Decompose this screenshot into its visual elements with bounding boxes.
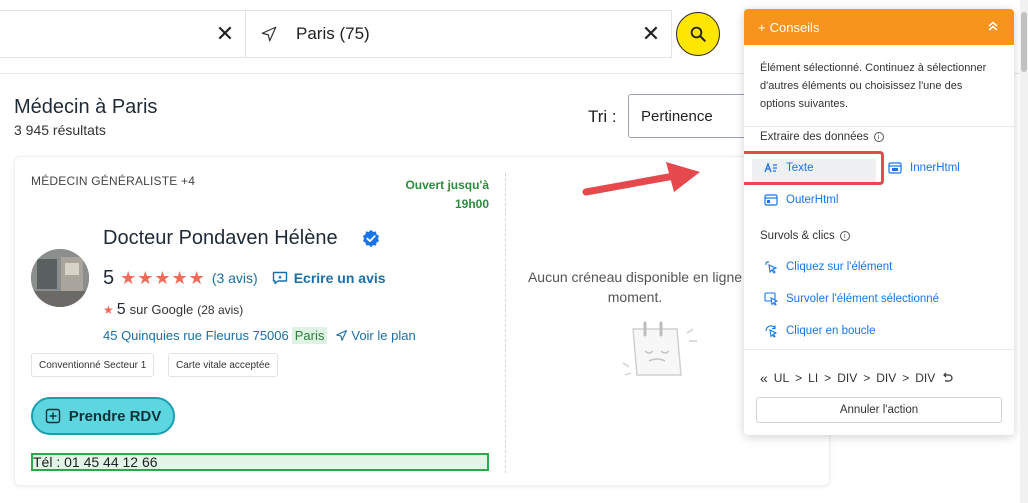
address-row: 45 Quinquies rue Fleurus 75006 Paris Voi…	[103, 327, 416, 344]
phone-number[interactable]: Tél : 01 45 44 12 66	[31, 453, 489, 471]
address-text: 45 Quinquies rue Fleurus 75006	[103, 328, 289, 343]
sort-label: Tri :	[588, 107, 617, 126]
card-divider	[505, 173, 506, 473]
collapse-chevrons-icon[interactable]	[986, 19, 1000, 33]
loop-click-icon	[765, 325, 778, 338]
annotation-arrow-icon	[582, 162, 700, 196]
info-icon[interactable]: i	[873, 132, 884, 142]
search-what-field[interactable]: ✕	[0, 10, 246, 58]
scrollbar-thumb[interactable]	[1021, 12, 1027, 72]
click-cursor-icon	[765, 261, 778, 274]
doctor-avatar	[31, 249, 89, 307]
no-slot-line2: moment.	[607, 289, 663, 305]
extract-outerhtml-label: OuterHtml	[786, 194, 839, 206]
tag-sector: Conventionné Secteur 1	[31, 353, 155, 377]
chevron-right-icon: >	[824, 371, 832, 385]
path-item[interactable]: LI	[808, 371, 818, 385]
result-count: 3 945 résultats	[14, 122, 106, 138]
panel-divider	[744, 349, 1014, 350]
rating-stars: ★★★★★	[120, 267, 206, 288]
page-scrollbar[interactable]	[1020, 0, 1028, 503]
specialty-label: MÉDECIN GÉNÉRALISTE +4	[31, 174, 196, 188]
location-arrow-icon	[336, 330, 348, 341]
google-review-count: (28 avis)	[197, 303, 244, 317]
no-slot-message: Aucun créneau disponible en ligne moment…	[515, 267, 755, 307]
google-star-icon: ★	[103, 303, 114, 317]
clear-location-icon[interactable]: ✕	[640, 23, 662, 45]
search-button[interactable]	[676, 12, 720, 56]
empty-calendar-illustration	[622, 321, 697, 376]
reviews-link[interactable]: (3 avis)	[212, 270, 258, 286]
plus-icon: +	[758, 19, 766, 35]
innerhtml-icon	[888, 162, 902, 174]
clear-search-icon[interactable]: ✕	[214, 23, 236, 45]
location-arrow-icon	[261, 26, 277, 42]
extract-section-title: Extraire des données i	[760, 131, 884, 143]
book-appointment-button[interactable]: Prendre RDV	[31, 397, 175, 435]
extract-section-label: Extraire des données	[760, 131, 869, 143]
write-review-label: Ecrire un avis	[293, 270, 386, 286]
doctor-name[interactable]: Docteur Pondaven Hélène	[103, 227, 338, 250]
outerhtml-icon	[764, 194, 778, 206]
extract-text-label: Texte	[786, 162, 814, 174]
click-element-action[interactable]: Cliquez sur l'élément	[764, 260, 892, 274]
loop-click-label: Cliquer en boucle	[786, 325, 876, 337]
write-review-link[interactable]: Ecrire un avis	[272, 270, 386, 286]
info-icon[interactable]: i	[839, 231, 850, 241]
hover-section-title: Survols & clics i	[760, 230, 850, 242]
search-where-field[interactable]: ✕	[246, 10, 672, 58]
view-map-link[interactable]: Voir le plan	[335, 328, 416, 343]
doctor-card[interactable]: MÉDECIN GÉNÉRALISTE +4 Ouvert jusqu'à 19…	[14, 156, 830, 486]
hover-section-label: Survols & clics	[760, 230, 835, 242]
location-input[interactable]	[296, 24, 596, 44]
search-icon	[690, 26, 706, 42]
google-rating-label: sur Google	[129, 302, 194, 317]
sort-select[interactable]: Pertinence	[628, 94, 758, 138]
extract-innerhtml-action[interactable]: InnerHtml	[888, 162, 960, 174]
tag-vitale-card: Carte vitale acceptée	[168, 353, 278, 377]
no-slot-line1: Aucun créneau disponible en ligne	[527, 269, 743, 285]
verified-badge-icon	[363, 229, 379, 248]
hover-cursor-icon	[764, 292, 778, 306]
opening-status-line1: Ouvert jusqu'à	[405, 178, 489, 192]
city-tag: Paris	[291, 327, 328, 344]
page-title: Médecin à Paris	[14, 96, 158, 118]
google-rating-value: 5	[116, 301, 126, 318]
hover-element-label: Survoler l'élément sélectionné	[786, 293, 940, 305]
google-rating-row: ★ 5 sur Google (28 avis)	[103, 301, 243, 319]
text-icon	[764, 162, 777, 173]
undo-action-button[interactable]: Annuler l'action	[756, 397, 1002, 423]
panel-title: Conseils	[769, 19, 820, 35]
rating-row: 5 ★★★★★ (3 avis) Ecrire un avis	[103, 265, 386, 291]
panel-header[interactable]: + Conseils	[744, 9, 1014, 45]
hover-element-action[interactable]: Survoler l'élément sélectionné	[764, 292, 939, 306]
opening-status: Ouvert jusqu'à 19h00	[385, 176, 489, 214]
opening-status-line2: 19h00	[454, 197, 489, 211]
path-item[interactable]: UL	[774, 371, 789, 385]
view-map-label: Voir le plan	[351, 328, 416, 343]
panel-intro: Élément sélectionné. Continuez à sélecti…	[744, 45, 1014, 127]
path-back-icon[interactable]: «	[760, 370, 768, 386]
loop-click-action[interactable]: Cliquer en boucle	[764, 324, 876, 338]
chevron-right-icon: >	[863, 371, 871, 385]
undo-arrow-icon[interactable]	[941, 372, 953, 384]
path-item[interactable]: DIV	[915, 371, 935, 385]
chevron-right-icon: >	[902, 371, 910, 385]
review-bubble-icon	[272, 271, 287, 285]
rating-value: 5	[103, 266, 115, 289]
chevron-right-icon: >	[795, 371, 803, 385]
extract-text-action[interactable]: Texte	[764, 162, 814, 174]
click-element-label: Cliquez sur l'élément	[786, 261, 893, 273]
calendar-plus-icon	[45, 408, 60, 424]
extract-innerhtml-label: InnerHtml	[910, 162, 960, 174]
path-item[interactable]: DIV	[837, 371, 857, 385]
extract-outerhtml-action[interactable]: OuterHtml	[764, 194, 838, 206]
book-appointment-label: Prendre RDV	[68, 407, 162, 425]
path-item[interactable]: DIV	[876, 371, 896, 385]
tips-panel: + Conseils Élément sélectionné. Continue…	[744, 9, 1014, 435]
element-path: « UL > LI > DIV > DIV > DIV	[760, 370, 953, 386]
